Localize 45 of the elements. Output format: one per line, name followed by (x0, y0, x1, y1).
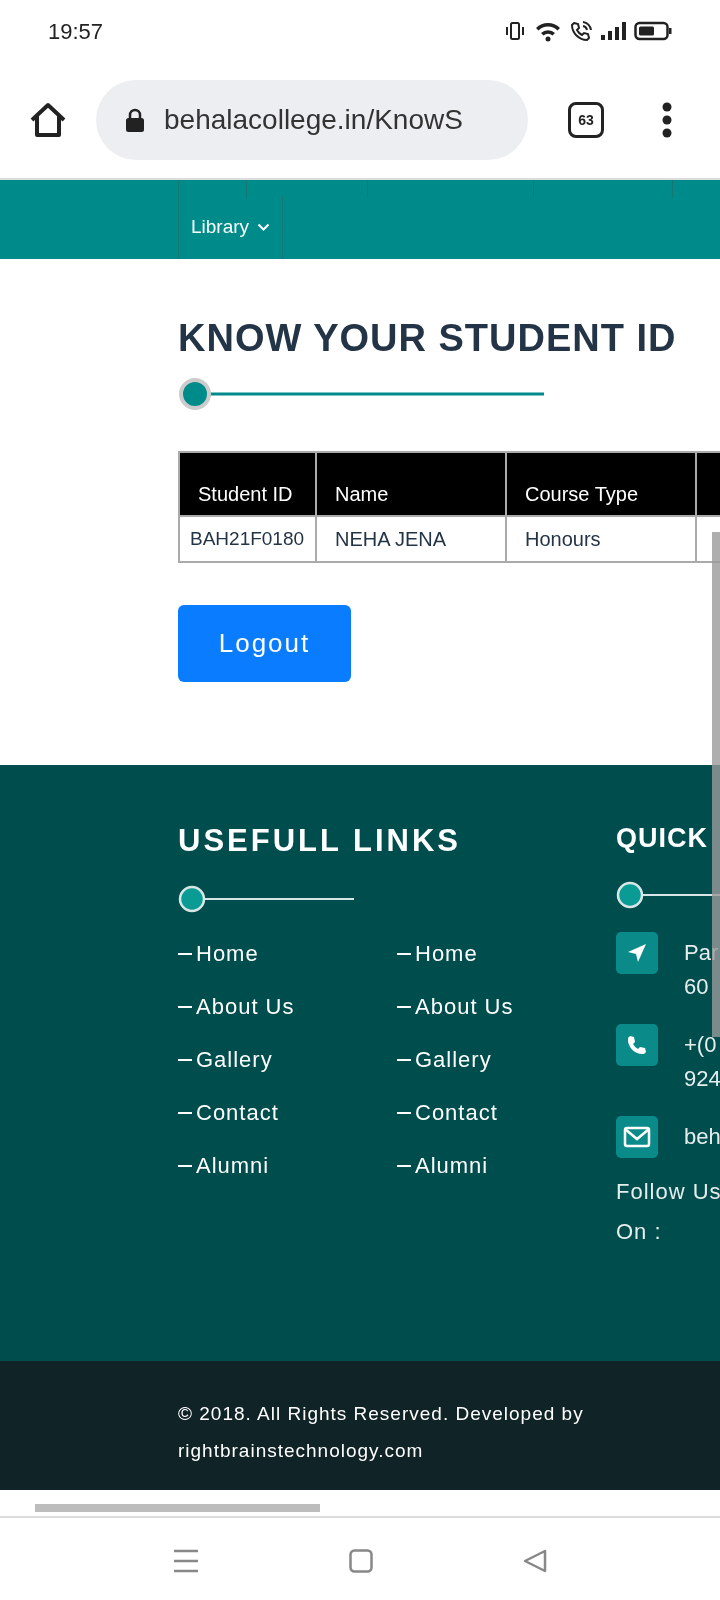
home-square-icon[interactable] (349, 1549, 373, 1573)
heading-divider-icon (178, 884, 354, 914)
status-time: 19:57 (48, 17, 104, 46)
follow-us-text: Follow Us On : (616, 1178, 720, 1246)
footer-link[interactable]: Alumni (397, 1152, 616, 1179)
title-divider-icon (178, 377, 544, 411)
wifi-icon (534, 20, 562, 42)
envelope-icon (616, 1116, 658, 1158)
url-text: behalacollege.in/KnowS (164, 103, 463, 137)
table-header: Course Type (506, 452, 696, 516)
vibrate-icon (504, 20, 526, 42)
tab-count[interactable]: 63 (568, 102, 604, 138)
phone-icon (616, 1024, 658, 1066)
menu-icon[interactable] (173, 1549, 199, 1573)
table-cell: NEHA JENA (316, 516, 506, 562)
address-bar[interactable]: behalacollege.in/KnowS (96, 80, 528, 160)
footer-link[interactable]: Alumni (178, 1152, 397, 1179)
wifi-calling-icon (570, 20, 592, 42)
footer-link[interactable]: Contact (397, 1099, 616, 1126)
table-cell: BAH21F0180 (179, 516, 316, 562)
table-cell: Honours (506, 516, 696, 562)
footer-link[interactable]: Gallery (178, 1046, 397, 1073)
contact-text: beh (684, 1123, 720, 1151)
page-title: KNOW YOUR STUDENT ID (178, 319, 678, 357)
lock-icon (124, 107, 146, 133)
footer-link[interactable]: Contact (178, 1099, 397, 1126)
footer-heading: QUICK (616, 825, 709, 852)
footer-link[interactable]: Gallery (397, 1046, 616, 1073)
logout-button[interactable]: Logout (178, 605, 351, 682)
more-menu-icon[interactable] (662, 102, 672, 138)
battery-icon (634, 20, 672, 42)
table-header: Student ID (179, 452, 316, 516)
nav-menu-item[interactable]: Library (178, 196, 284, 259)
footer-link[interactable]: Home (397, 940, 616, 967)
table-header: Name (316, 452, 506, 516)
signal-icon (600, 20, 626, 42)
contact-text: +(0 924 (684, 1031, 720, 1093)
home-icon[interactable] (28, 100, 68, 140)
footer-link[interactable]: Home (178, 940, 397, 967)
footer-link[interactable]: About Us (397, 993, 616, 1020)
contact-text: Par 60 (684, 939, 719, 1001)
back-icon[interactable] (523, 1549, 547, 1573)
footer-link[interactable]: About Us (178, 993, 397, 1020)
footer-heading: USEFULL LINKS (178, 825, 462, 856)
copyright-text: © 2018. All Rights Reserved. Developed by rightbrainstechnology.com (178, 1402, 585, 1463)
